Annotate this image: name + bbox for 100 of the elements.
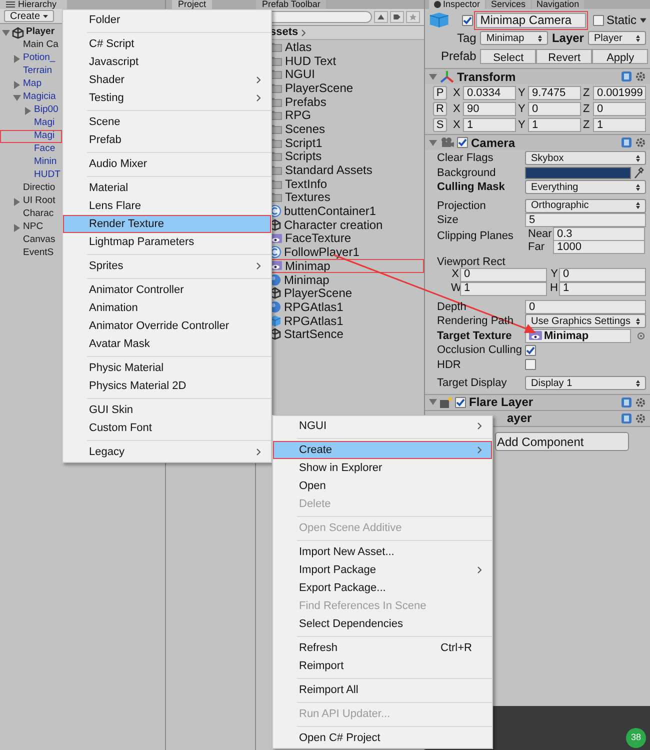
text-field[interactable]: 1: [460, 282, 547, 296]
menu-item[interactable]: Animation: [63, 299, 271, 317]
dropdown[interactable]: Player: [588, 31, 646, 45]
menu-item[interactable]: GUI Skin: [63, 401, 271, 419]
menu-item[interactable]: Animator Controller: [63, 281, 271, 299]
menu-item[interactable]: Refresh Ctrl+R: [273, 639, 492, 657]
hierarchy-item[interactable]: Magicia: [0, 91, 62, 104]
text-field[interactable]: 1000: [553, 240, 645, 254]
menu-item[interactable]: Avatar Mask: [63, 335, 271, 353]
text-field[interactable]: 1: [559, 282, 646, 296]
text-field[interactable]: 0: [528, 102, 581, 116]
menu-item[interactable]: Show in Explorer: [273, 459, 492, 477]
hierarchy-item[interactable]: EventS: [0, 247, 62, 260]
text-field[interactable]: 1: [528, 118, 581, 132]
layer-label: Layer: [552, 30, 584, 47]
dropdown[interactable]: Minimap: [480, 31, 548, 45]
menu-item[interactable]: Open: [273, 477, 492, 495]
menu-item[interactable]: Reimport: [273, 657, 492, 675]
hierarchy-item[interactable]: Player: [0, 26, 62, 39]
panel-tab[interactable]: Navigation: [532, 0, 584, 9]
notification-badge: 38: [626, 728, 646, 748]
prefab-button[interactable]: Revert: [536, 48, 592, 64]
panel-tab[interactable]: Project: [172, 0, 212, 9]
hierarchy-item[interactable]: Magi: [0, 130, 62, 143]
axis-label: Y: [518, 86, 526, 101]
transform-button[interactable]: R: [433, 102, 447, 116]
hierarchy-item[interactable]: NPC: [0, 221, 62, 234]
menu-item[interactable]: Animator Override Controller: [63, 317, 271, 335]
menu-item[interactable]: Javascript: [63, 53, 271, 71]
text-field[interactable]: 1: [463, 118, 516, 132]
prefab-button[interactable]: Apply: [592, 48, 648, 64]
panel-tab[interactable]: Services: [486, 0, 531, 9]
component-header[interactable]: Flare Layer: [425, 394, 650, 410]
text-field[interactable]: 0: [559, 268, 646, 282]
menu-item[interactable]: Physics Material 2D: [63, 377, 271, 395]
hierarchy-item[interactable]: Main Ca: [0, 39, 62, 52]
object-field[interactable]: Minimap: [525, 328, 631, 343]
menu-item[interactable]: Folder: [63, 11, 271, 29]
menu-item[interactable]: Testing: [63, 89, 271, 107]
dropdown[interactable]: Use Graphics Settings: [525, 314, 646, 328]
text-field[interactable]: 0.0334: [463, 86, 516, 100]
menu-item[interactable]: Reimport All: [273, 681, 492, 699]
menu-item[interactable]: Import Package: [273, 561, 492, 579]
panel-tab[interactable]: Inspector: [429, 0, 486, 9]
hierarchy-item[interactable]: UI Root: [0, 195, 62, 208]
menu-item[interactable]: Export Package...: [273, 579, 492, 597]
component-header[interactable]: Camera: [425, 134, 650, 150]
menu-item[interactable]: Select Dependencies: [273, 615, 492, 633]
menu-item[interactable]: Open C# Project: [273, 729, 492, 747]
hierarchy-item[interactable]: Face: [0, 143, 62, 156]
hierarchy-item[interactable]: Directio: [0, 182, 62, 195]
menu-item[interactable]: Lightmap Parameters: [63, 233, 271, 251]
menu-item[interactable]: Lens Flare: [63, 197, 271, 215]
hierarchy-item[interactable]: Canvas: [0, 234, 62, 247]
menu-item[interactable]: Scene: [63, 113, 271, 131]
panel-tab[interactable]: Hierarchy: [0, 0, 67, 9]
text-field[interactable]: 0.3: [553, 227, 645, 241]
dropdown[interactable]: Orthographic: [525, 198, 646, 213]
menu-item[interactable]: Shader: [63, 71, 271, 89]
text-field[interactable]: 0: [525, 300, 646, 314]
menu-item[interactable]: Legacy: [63, 443, 271, 461]
component-header[interactable]: Transform: [425, 68, 650, 84]
panel-tab[interactable]: Prefab Toolbar: [256, 0, 326, 9]
prefab-button[interactable]: Select: [480, 48, 536, 64]
menu-item[interactable]: Physic Material: [63, 359, 271, 377]
menu-item[interactable]: Import New Asset...: [273, 543, 492, 561]
name-field[interactable]: Minimap Camera: [476, 12, 586, 28]
text-field[interactable]: 1: [593, 118, 646, 132]
menu-item[interactable]: Prefab: [63, 131, 271, 149]
hierarchy-item[interactable]: Map: [0, 78, 62, 91]
text-field[interactable]: 5: [525, 213, 646, 228]
hierarchy-item[interactable]: Charac: [0, 208, 62, 221]
field-label: Depth: [437, 300, 468, 314]
hierarchy-item[interactable]: Terrain: [0, 65, 62, 78]
transform-button[interactable]: S: [433, 118, 447, 132]
text-field[interactable]: 9.7475: [528, 86, 581, 100]
dropdown[interactable]: Display 1: [525, 376, 646, 390]
hierarchy-item[interactable]: HUDT: [0, 169, 62, 182]
menu-item[interactable]: C# Script: [63, 35, 271, 53]
menu-item[interactable]: Custom Font: [63, 419, 271, 437]
text-field[interactable]: 0.001999: [593, 86, 646, 100]
text-field[interactable]: 0: [460, 268, 547, 282]
hierarchy-item[interactable]: Minin: [0, 156, 62, 169]
menu-item[interactable]: Material: [63, 179, 271, 197]
create-button[interactable]: Create: [4, 10, 54, 22]
menu-item[interactable]: Create: [273, 441, 492, 459]
prefab-label: Prefab: [441, 48, 476, 65]
text-field[interactable]: 90: [463, 102, 516, 116]
dropdown[interactable]: Skybox: [525, 151, 646, 166]
menu-item[interactable]: Render Texture: [63, 215, 271, 233]
dropdown[interactable]: Everything: [525, 180, 646, 194]
text-field[interactable]: 0: [593, 102, 646, 116]
hierarchy-item[interactable]: Bip00: [0, 104, 62, 117]
hierarchy-item[interactable]: Potion_: [0, 52, 62, 65]
hierarchy-item[interactable]: Magi: [0, 117, 62, 130]
axis-label: X: [453, 86, 461, 101]
field-label: Background: [437, 166, 497, 180]
transform-button[interactable]: P: [433, 86, 447, 100]
add-component-button[interactable]: Add Component: [495, 432, 629, 450]
menu-item[interactable]: Audio Mixer: [63, 155, 271, 173]
